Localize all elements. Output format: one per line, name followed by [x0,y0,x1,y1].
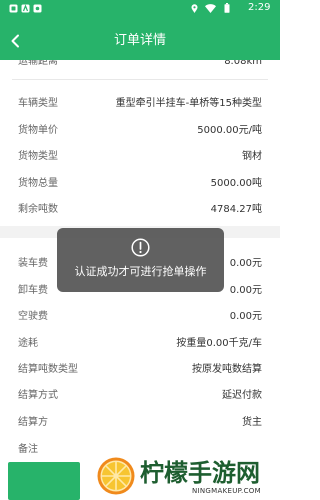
detail-label: 卸车费 [18,284,48,296]
detail-label: 结算方式 [18,390,58,401]
detail-label: 剩余吨数 [18,204,58,215]
detail-value: 0.00元 [229,258,262,269]
detail-label: 货物总量 [18,177,58,189]
detail-label: 结算方 [18,416,48,428]
detail-label: 备注 [18,444,38,455]
order-detail-screen: 2:29 订单详情 运输距离 8.08km 车辆类型 重型牵引半挂车-单桥等15… [0,0,280,500]
detail-label: 空驶费 [18,311,48,322]
exclamation-circle-icon [131,238,150,257]
detail-row-settlement-tonnage-type: 结算吨数类型 按原发吨数结算 [0,357,280,383]
detail-value: 0.00元 [229,311,262,322]
detail-value: 4784.27吨 [210,204,262,215]
bottom-action-button[interactable] [8,462,80,500]
watermark-domain: NINGMAKEUP.COM [192,487,261,495]
detail-label: 结算吨数类型 [18,363,78,375]
detail-row-settlement-method: 结算方式 延迟付款 [0,383,280,409]
page-title: 订单详情 [113,33,166,48]
app-notification-icon [33,4,42,13]
location-icon [191,4,198,13]
wifi-icon [205,4,216,13]
watermark-name: 柠檬手游网 [140,459,260,487]
text-notification-icon [21,4,30,13]
status-bar: 2:29 [0,0,280,16]
chevron-left-icon[interactable] [8,33,24,49]
lemon-logo-icon [97,457,135,495]
detail-value: 5000.00吨 [210,177,262,189]
detail-label: 货物类型 [18,151,58,162]
toast-message: 认证成功才可进行抢单操作 [57,228,224,292]
detail-value: 按重量0.00千克/车 [176,337,262,349]
detail-row-remaining-tonnage: 剩余吨数 4784.27吨 [0,197,280,223]
status-time: 2:29 [248,2,271,13]
detail-value: 延迟付款 [222,390,262,401]
detail-row-unit-price: 货物单价 5000.00元/吨 [0,118,280,144]
detail-value: 钢材 [242,151,262,162]
detail-row-cargo-type: 货物类型 钢材 [0,144,280,170]
toast-text: 认证成功才可进行抢单操作 [74,265,207,278]
detail-row-settlement-party: 结算方 货主 [0,410,280,436]
detail-label: 货物单价 [18,124,58,136]
detail-value: 按原发吨数结算 [192,363,262,375]
detail-value: 货主 [242,416,262,428]
detail-label: 装车费 [18,258,48,269]
detail-value: 重型牵引半挂车-单桥等15种类型 [115,98,262,109]
divider [12,79,268,80]
detail-row-vehicle-type: 车辆类型 重型牵引半挂车-单桥等15种类型 [0,91,280,117]
detail-label: 途耗 [18,337,38,349]
detail-row-empty-run-fee: 空驶费 0.00元 [0,304,280,330]
detail-value: 0.00元 [229,284,262,296]
header-bar: 订单详情 [0,16,280,60]
detail-row-cargo-total: 货物总量 5000.00吨 [0,171,280,197]
detail-value: 5000.00元/吨 [197,124,262,136]
detail-label: 车辆类型 [18,98,58,109]
detail-row-transit-loss: 途耗 按重量0.00千克/车 [0,331,280,357]
battery-icon [224,3,230,13]
app-notification-icon [9,4,18,13]
